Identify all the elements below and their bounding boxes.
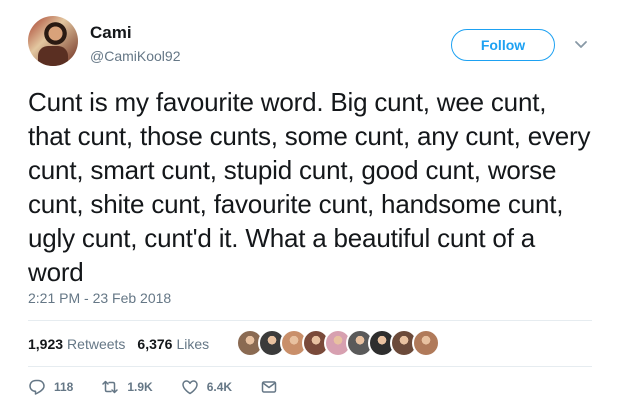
tweet-timestamp[interactable]: 2:21 PM - 23 Feb 2018 xyxy=(28,290,171,306)
retweets-stat[interactable]: 1,923 Retweets xyxy=(28,336,125,352)
reply-button[interactable]: 118 xyxy=(28,378,73,396)
retweet-icon xyxy=(102,380,119,394)
follow-button[interactable]: Follow xyxy=(451,29,555,61)
message-icon xyxy=(261,381,277,393)
divider xyxy=(28,366,592,367)
retweet-count: 1.9K xyxy=(127,380,153,394)
liker-avatar[interactable] xyxy=(412,329,440,357)
likes-stat[interactable]: 6,376 Likes xyxy=(137,336,209,352)
reply-icon xyxy=(29,379,45,395)
tweet-header: Cami @CamiKool92 Follow xyxy=(28,16,598,76)
like-button[interactable]: 6.4K xyxy=(181,378,232,396)
tweet-text: Cunt is my favourite word. Big cunt, wee… xyxy=(28,87,591,287)
avatar[interactable] xyxy=(28,16,78,66)
retweets-label: Retweets xyxy=(67,336,126,352)
like-count: 6.4K xyxy=(206,380,233,394)
tweet-stats: 1,923 Retweets 6,376 Likes xyxy=(28,332,209,356)
likes-label: Likes xyxy=(176,336,210,352)
retweets-count: 1,923 xyxy=(28,336,64,352)
chevron-down-icon[interactable] xyxy=(573,36,589,52)
retweet-button[interactable]: 1.9K xyxy=(101,378,153,396)
likes-count: 6,376 xyxy=(137,336,173,352)
heart-icon xyxy=(181,380,198,395)
message-button[interactable] xyxy=(260,378,286,396)
reply-count: 118 xyxy=(54,380,74,394)
user-handle[interactable]: @CamiKool92 xyxy=(90,48,180,64)
likers-avatars xyxy=(236,329,440,357)
tweet-actions: 118 1.9K 6.4K xyxy=(28,378,314,396)
user-name[interactable]: Cami xyxy=(90,23,132,43)
divider xyxy=(28,320,592,321)
